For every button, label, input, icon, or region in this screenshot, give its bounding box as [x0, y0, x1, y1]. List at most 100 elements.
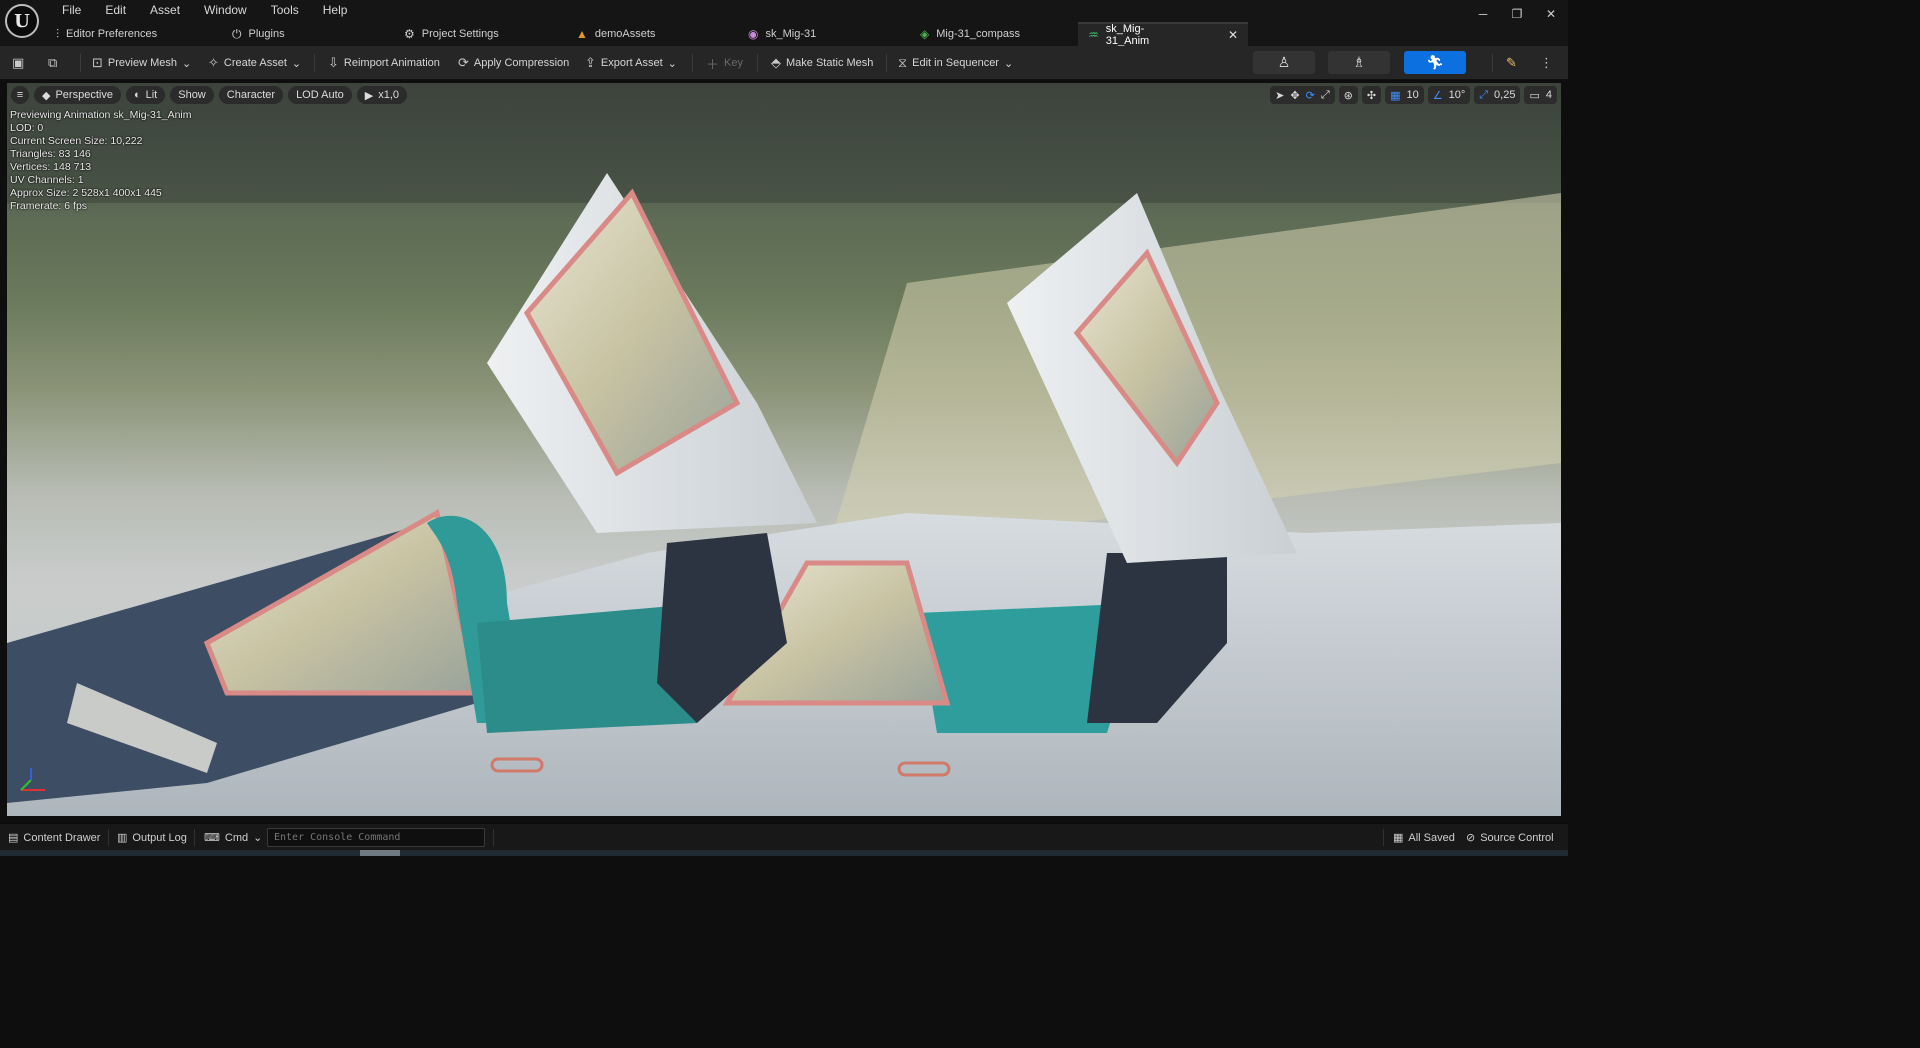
folder-icon: ▲: [576, 27, 588, 41]
camera-icon: ▭: [1529, 89, 1540, 102]
stat-framerate: Framerate: 6 fps: [10, 200, 88, 212]
stat-triangles: Triangles: 83 146: [10, 148, 91, 160]
lit-button[interactable]: ◐ Lit: [125, 86, 166, 104]
coordinate-system-button[interactable]: ⊛: [1338, 86, 1358, 104]
stat-vertices: Vertices: 148 713: [10, 161, 92, 173]
rotate-icon[interactable]: ⟳: [1306, 89, 1315, 102]
chevron-down-icon: ⌄: [667, 57, 677, 70]
menu-tools[interactable]: Tools: [259, 0, 311, 20]
menu-bar: File Edit Asset Window Tools Help: [50, 0, 359, 20]
save-icon: ▣: [12, 55, 25, 70]
key-button[interactable]: ＋ Key: [706, 51, 743, 75]
output-log-button[interactable]: ▥ Output Log: [117, 829, 187, 846]
gear-icon: ⚙: [404, 27, 415, 41]
hamburger-icon: ≡: [16, 89, 24, 101]
stat-approx-size: Approx Size: 2 528x1 400x1 445: [10, 187, 162, 199]
menu-asset[interactable]: Asset: [138, 0, 192, 20]
cmd-dropdown[interactable]: ⌨ Cmd ⌄: [204, 829, 262, 846]
static-mesh-icon: ◈: [920, 27, 930, 41]
toolbar-divider: [1492, 54, 1493, 72]
tab-plugins[interactable]: ⏻ Plugins: [218, 22, 390, 46]
cube-icon: ◆: [42, 89, 51, 102]
stat-screen-size: Current Screen Size: 10,222: [10, 135, 143, 147]
surface-snap-icon: ✣: [1366, 89, 1377, 102]
tab-demo-assets[interactable]: ▲ demoAssets: [562, 22, 734, 46]
preview-mesh-button[interactable]: ⊡ Preview Mesh ⌄: [92, 51, 191, 75]
document-tabs: ⫶ Editor Preferences ⏻ Plugins ⚙ Project…: [46, 22, 1248, 47]
edit-in-sequencer-button[interactable]: ⧖ Edit in Sequencer ⌄: [898, 51, 1013, 75]
chevron-down-icon: ⌄: [181, 57, 192, 70]
camera-speed-button[interactable]: ▭ 4: [1524, 86, 1557, 104]
apply-compression-button[interactable]: ⟳ Apply Compression: [458, 51, 569, 75]
tab-editor-preferences[interactable]: ⫶ Editor Preferences: [46, 22, 218, 46]
reimport-icon: ⇩: [328, 55, 339, 70]
toolbar-divider: [692, 54, 693, 72]
tab-sk-mig-31[interactable]: ◉ sk_Mig-31: [734, 22, 906, 46]
playback-speed-button[interactable]: ▶ x1,0: [356, 86, 408, 104]
source-control-icon: ⊘: [1466, 832, 1476, 844]
viewport-options-bar: ≡ ◆ Perspective ◐ Lit Show Character LOD…: [11, 86, 408, 104]
status-divider: [194, 829, 195, 846]
browse-button[interactable]: ⧉: [48, 51, 57, 75]
axis-gizmo-icon: [20, 768, 45, 791]
status-bar: ▤ Content Drawer ▥ Output Log ⌨ Cmd ⌄ ▦ …: [0, 823, 1568, 850]
source-control-button[interactable]: ⊘ Source Control: [1466, 829, 1554, 846]
save-status-icon: ▦: [1393, 832, 1404, 844]
scale-snap-button[interactable]: ⤢ 0,25: [1474, 86, 1521, 104]
chevron-down-icon: ⌄: [291, 57, 302, 70]
scale-icon[interactable]: ⤢: [1321, 89, 1330, 102]
export-asset-button[interactable]: ⇪ Export Asset ⌄: [585, 51, 677, 75]
content-drawer-button[interactable]: ▤ Content Drawer: [8, 829, 100, 846]
translate-icon[interactable]: ✥: [1290, 89, 1299, 102]
stat-previewing: Previewing Animation sk_Mig-31_Anim: [10, 109, 192, 121]
grid-icon: ▦: [1390, 89, 1401, 102]
window-controls: ─ ❐ ✕: [1466, 0, 1568, 28]
status-divider: [108, 829, 109, 846]
close-window-button[interactable]: ✕: [1534, 0, 1568, 28]
make-static-mesh-button[interactable]: ⬘ Make Static Mesh: [771, 51, 873, 75]
menu-file[interactable]: File: [50, 0, 93, 20]
chevron-down-icon: ⌄: [1003, 57, 1014, 70]
save-button[interactable]: ▣: [12, 51, 24, 75]
viewport-transform-bar: ➤ ✥ ⟳ ⤢ ⊛ ✣ ▦ 10 ∠ 10° ⤢ 0,25 ▭ 4: [1270, 86, 1557, 104]
perspective-button[interactable]: ◆ Perspective: [34, 86, 121, 104]
toolbar-divider: [886, 54, 887, 72]
tab-project-settings[interactable]: ⚙ Project Settings: [390, 22, 562, 46]
asset-toolbar: ▣ ⧉ ⊡ Preview Mesh ⌄ ✧ Create Asset ⌄ ⇩ …: [0, 46, 1568, 80]
scale-snap-icon: ⤢: [1479, 88, 1489, 101]
unreal-logo-icon[interactable]: U: [5, 4, 39, 38]
viewport-menu-button[interactable]: ≡: [11, 86, 29, 104]
restore-button[interactable]: ❐: [1500, 0, 1534, 28]
skeleton-mode-button[interactable]: ♙: [1253, 51, 1315, 74]
rotation-snap-button[interactable]: ∠ 10°: [1427, 86, 1471, 104]
select-icon[interactable]: ➤: [1275, 89, 1284, 102]
menu-edit[interactable]: Edit: [93, 0, 138, 20]
menu-window[interactable]: Window: [192, 0, 259, 20]
skeleton-mode-icon: ♙: [1277, 54, 1291, 70]
mesh-mode-button[interactable]: ♗: [1328, 51, 1390, 74]
create-asset-icon: ✧: [208, 55, 219, 70]
show-button[interactable]: Show: [170, 86, 214, 104]
compression-icon: ⟳: [458, 55, 469, 70]
grid-snap-button[interactable]: ▦ 10: [1385, 86, 1424, 104]
tab-sk-mig-31-anim[interactable]: ♒ sk_Mig-31_Anim ✕: [1078, 22, 1248, 47]
close-tab-icon[interactable]: ✕: [1228, 28, 1238, 42]
more-options-button[interactable]: ⋮: [1540, 51, 1553, 75]
animation-mode-button[interactable]: 🏃︎: [1404, 51, 1466, 74]
toolbar-divider: [757, 54, 758, 72]
settings-wand-icon: ✎: [1506, 55, 1517, 70]
reimport-animation-button[interactable]: ⇩ Reimport Animation: [328, 51, 440, 75]
create-asset-button[interactable]: ✧ Create Asset ⌄: [208, 51, 301, 75]
preview-viewport[interactable]: ≡ ◆ Perspective ◐ Lit Show Character LOD…: [7, 83, 1561, 816]
minimize-button[interactable]: ─: [1466, 0, 1500, 28]
surface-snap-button[interactable]: ✣: [1361, 86, 1382, 104]
console-command-input[interactable]: [267, 828, 485, 847]
all-saved-button[interactable]: ▦ All Saved: [1393, 829, 1455, 846]
character-button[interactable]: Character: [218, 86, 284, 104]
status-divider: [493, 829, 494, 846]
mesh-mode-icon: ♗: [1352, 54, 1366, 70]
settings-button[interactable]: ✎: [1506, 51, 1517, 75]
menu-help[interactable]: Help: [311, 0, 360, 20]
tab-mig-31-compass[interactable]: ◈ Mig-31_compass: [906, 22, 1078, 46]
lod-button[interactable]: LOD Auto: [288, 86, 352, 104]
